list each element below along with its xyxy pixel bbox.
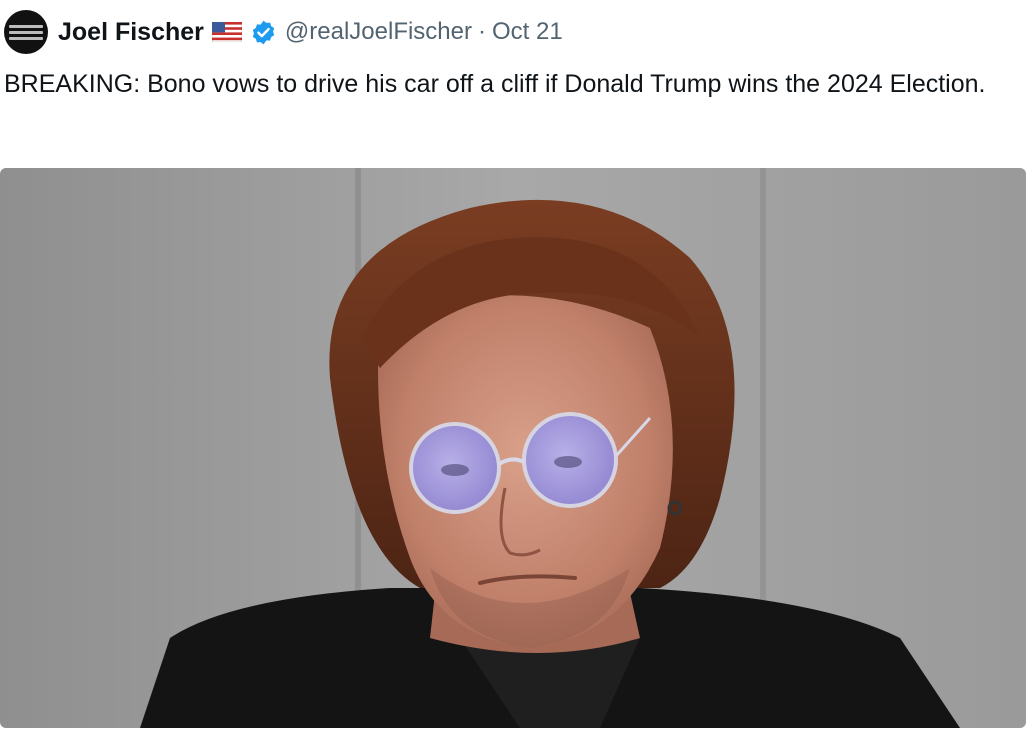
tweet-text: BREAKING: Bono vows to drive his car off… [4, 70, 986, 98]
tweet-header: Joel Fischer @realJoelFischer · Oct 21 [4, 10, 563, 54]
avatar[interactable] [4, 10, 48, 54]
us-flag-icon [211, 22, 242, 42]
author-handle[interactable]: @realJoelFischer [285, 18, 472, 46]
post-date[interactable]: Oct 21 [492, 18, 563, 46]
tweet-card[interactable]: Joel Fischer @realJoelFischer · Oct 21 B… [0, 0, 1026, 742]
photo-illustration [0, 168, 1026, 728]
separator-dot: · [478, 18, 486, 45]
verified-badge-icon[interactable] [250, 19, 277, 46]
author-display-name[interactable]: Joel Fischer [58, 18, 204, 47]
avatar-logo-icon [9, 23, 43, 41]
tweet-media-image[interactable] [0, 168, 1026, 728]
